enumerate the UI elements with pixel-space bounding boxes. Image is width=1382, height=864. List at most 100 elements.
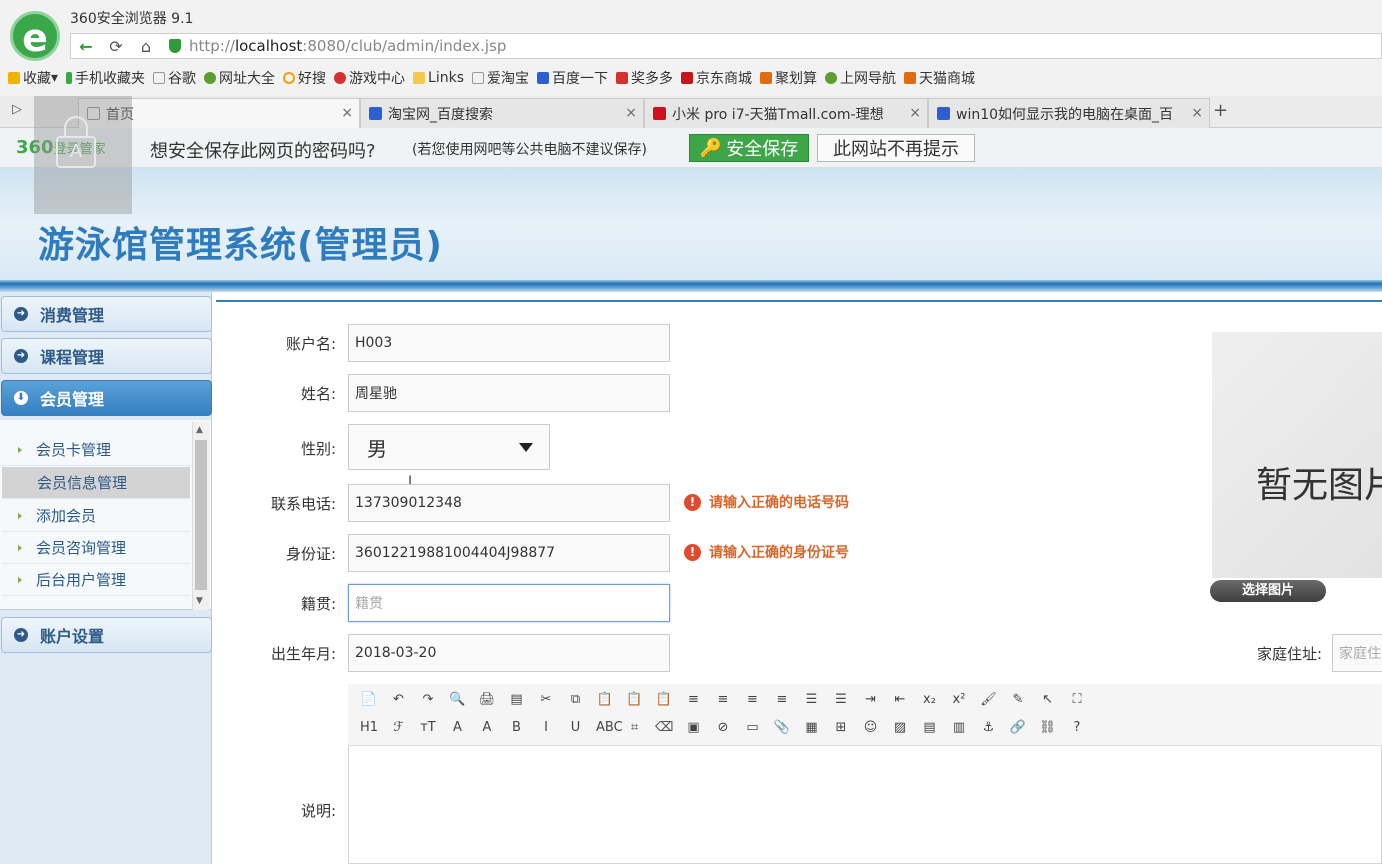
- editor-tool-icon[interactable]: ≡: [685, 692, 703, 708]
- close-icon[interactable]: ×: [1191, 105, 1203, 121]
- url-text[interactable]: http://localhost:8080/club/admin/index.j…: [161, 37, 506, 55]
- editor-tool-icon[interactable]: ⌗: [626, 720, 644, 736]
- editor-tool-icon[interactable]: 📄: [360, 692, 378, 708]
- editor-tool-icon[interactable]: ⊘: [714, 720, 732, 736]
- sidebar-item-add-member[interactable]: 添加会员: [2, 500, 190, 532]
- tab-tmall[interactable]: 小米 pro i7-天猫Tmall.com-理想 ×: [644, 98, 928, 128]
- editor-tool-icon[interactable]: ℱ: [390, 720, 408, 736]
- editor-tool-icon[interactable]: 📋: [626, 692, 644, 708]
- editor-tool-icon[interactable]: 📋: [596, 692, 614, 708]
- editor-tool-icon[interactable]: ≡: [714, 692, 732, 708]
- editor-tool-icon[interactable]: ▨: [891, 720, 909, 736]
- sidebar-section-account[interactable]: ➜ 账户设置: [1, 617, 212, 653]
- editor-tool-icon[interactable]: ⛓: [1039, 720, 1057, 736]
- close-icon[interactable]: ×: [909, 105, 921, 121]
- editor-tool-icon[interactable]: ☺: [862, 720, 880, 736]
- bookmark-item[interactable]: 爱淘宝: [472, 68, 529, 88]
- bookmark-item[interactable]: 收藏 ▾: [8, 68, 58, 88]
- bookmark-item[interactable]: 游戏中心: [334, 68, 405, 88]
- sidebar-item-consult[interactable]: 会员咨询管理: [2, 532, 190, 564]
- editor-tool-icon[interactable]: H1: [360, 720, 378, 736]
- scroll-down-icon[interactable]: ▼: [196, 596, 203, 606]
- bookmark-item[interactable]: 聚划算: [760, 68, 817, 88]
- phone-input[interactable]: 137309012348: [348, 484, 670, 522]
- editor-tool-icon[interactable]: B: [508, 720, 526, 736]
- editor-tool-icon[interactable]: ☰: [832, 692, 850, 708]
- editor-tool-icon[interactable]: ⇥: [862, 692, 880, 708]
- sidebar-item-admin-users[interactable]: 后台用户管理: [2, 564, 190, 596]
- password-overlay-icon[interactable]: A: [34, 96, 132, 214]
- editor-tool-icon[interactable]: ≡: [773, 692, 791, 708]
- editor-tool-icon[interactable]: 🔗: [1009, 720, 1027, 736]
- editor-tool-icon[interactable]: ⌫: [655, 720, 673, 736]
- editor-tool-icon[interactable]: ABC: [596, 720, 623, 736]
- editor-tool-icon[interactable]: ↶: [390, 692, 408, 708]
- id-card-input[interactable]: 36012219881004404J98877: [348, 534, 670, 572]
- editor-tool-icon[interactable]: U: [567, 720, 585, 736]
- editor-tool-icon[interactable]: ⛶: [1068, 692, 1086, 708]
- address-input[interactable]: 家庭住: [1332, 634, 1382, 672]
- close-icon[interactable]: ×: [625, 105, 637, 121]
- new-tab-button[interactable]: +: [1213, 100, 1228, 121]
- sidebar-section-member[interactable]: ⬇ 会员管理: [1, 380, 212, 416]
- editor-tool-icon[interactable]: ⚓: [980, 720, 998, 736]
- editor-tool-icon[interactable]: ☰: [803, 692, 821, 708]
- never-remind-button[interactable]: 此网站不再提示: [817, 134, 975, 162]
- scroll-up-icon[interactable]: ▲: [196, 425, 203, 435]
- editor-tool-icon[interactable]: ⧉: [567, 692, 585, 708]
- editor-tool-icon[interactable]: ↷: [419, 692, 437, 708]
- save-password-button[interactable]: 🔑 安全保存: [689, 134, 809, 162]
- close-icon[interactable]: ×: [341, 105, 353, 121]
- account-input[interactable]: H003: [348, 324, 670, 362]
- editor-tool-icon[interactable]: ▤: [921, 720, 939, 736]
- sidebar-item-member-info[interactable]: 会员信息管理: [2, 467, 190, 499]
- native-place-input[interactable]: 籍贯: [348, 584, 670, 622]
- editor-tool-icon[interactable]: 🔍: [449, 692, 467, 708]
- editor-tool-icon[interactable]: x₂: [921, 692, 939, 708]
- address-bar[interactable]: ← ⟳ ⌂ http://localhost:8080/club/admin/i…: [70, 33, 1382, 59]
- bookmark-item[interactable]: 奖多多: [616, 68, 673, 88]
- editor-tool-icon[interactable]: тT: [419, 720, 437, 736]
- editor-tool-icon[interactable]: ⇤: [891, 692, 909, 708]
- refresh-icon[interactable]: ⟳: [101, 37, 131, 56]
- editor-tool-icon[interactable]: 🖨: [478, 692, 496, 708]
- editor-tool-icon[interactable]: 🖌: [980, 692, 998, 708]
- editor-tool-icon[interactable]: ?: [1068, 720, 1086, 736]
- editor-tool-icon[interactable]: ⊞: [832, 720, 850, 736]
- editor-tool-icon[interactable]: A: [449, 720, 467, 736]
- editor-tool-icon[interactable]: A: [478, 720, 496, 736]
- bookmark-item[interactable]: 上网导航: [825, 68, 896, 88]
- bookmark-item[interactable]: 好搜: [283, 68, 326, 88]
- bookmark-item[interactable]: 天猫商城: [904, 68, 975, 88]
- editor-tool-icon[interactable]: ▭: [744, 720, 762, 736]
- home-icon[interactable]: ⌂: [131, 37, 161, 56]
- bookmark-item[interactable]: Links: [413, 70, 464, 86]
- editor-tool-icon[interactable]: I: [537, 720, 555, 736]
- bookmark-item[interactable]: 网址大全: [204, 68, 275, 88]
- submenu-scrollbar[interactable]: ▲ ▼: [192, 422, 209, 610]
- editor-tool-icon[interactable]: 📋: [655, 692, 673, 708]
- bookmark-item[interactable]: 京东商城: [681, 68, 752, 88]
- gender-select[interactable]: 男: [348, 424, 550, 470]
- back-icon[interactable]: ←: [71, 37, 101, 56]
- birth-date-input[interactable]: 2018-03-20: [348, 634, 670, 672]
- sidebar-section-consumption[interactable]: ➜ 消费管理: [1, 296, 212, 332]
- editor-tool-icon[interactable]: ✎: [1009, 692, 1027, 708]
- tab-taobao[interactable]: 淘宝网_百度搜索 ×: [360, 98, 644, 128]
- editor-tool-icon[interactable]: ↖: [1039, 692, 1057, 708]
- editor-tool-icon[interactable]: ▤: [508, 692, 526, 708]
- tab-win10[interactable]: win10如何显示我的电脑在桌面_百 ×: [928, 98, 1210, 128]
- editor-tool-icon[interactable]: ▦: [803, 720, 821, 736]
- editor-tool-icon[interactable]: 📎: [773, 720, 791, 736]
- scroll-thumb[interactable]: [195, 440, 207, 590]
- editor-tool-icon[interactable]: ≡: [744, 692, 762, 708]
- editor-tool-icon[interactable]: x²: [950, 692, 968, 708]
- bookmark-item[interactable]: 百度一下: [537, 68, 608, 88]
- name-input[interactable]: 周星驰: [348, 374, 670, 412]
- editor-tool-icon[interactable]: ▣: [685, 720, 703, 736]
- sidebar-toggle-icon[interactable]: ▷: [12, 102, 22, 117]
- bookmark-item[interactable]: 手机收藏夹: [66, 68, 145, 88]
- sidebar-section-course[interactable]: ➜ 课程管理: [1, 338, 212, 374]
- editor-tool-icon[interactable]: ✂: [537, 692, 555, 708]
- editor-tool-icon[interactable]: ▥: [950, 720, 968, 736]
